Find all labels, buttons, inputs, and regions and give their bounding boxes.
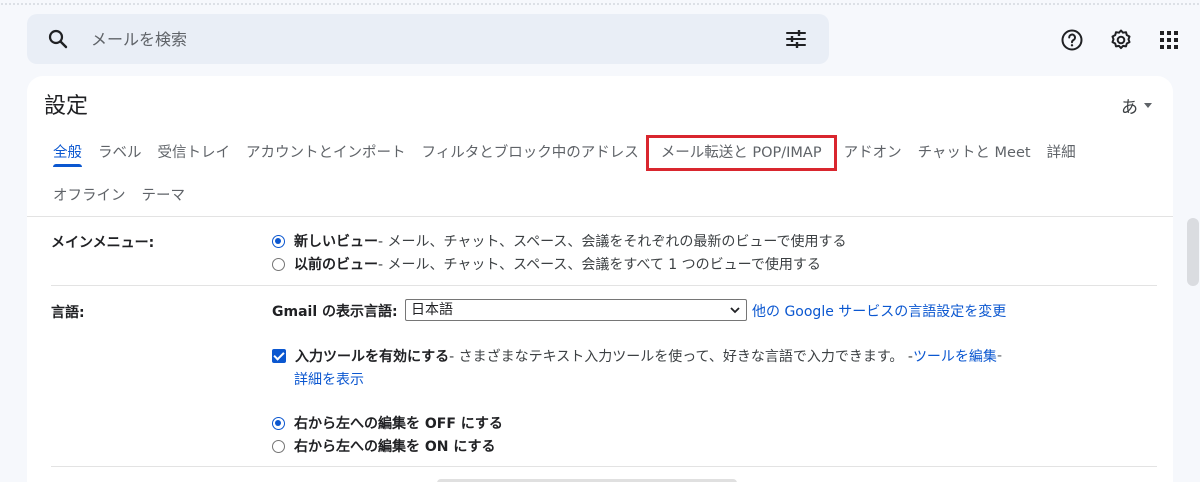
tab-themes[interactable]: テーマ (134, 181, 194, 211)
page-title: 設定 (44, 94, 89, 119)
search-input[interactable] (91, 24, 771, 54)
input-tools-row: 入力ツールを有効にする - さまざまなテキスト入力ツールを使って、好きな言語で入… (272, 346, 1002, 366)
input-tools-checkbox[interactable] (272, 349, 286, 363)
dash-separator: - (996, 348, 1002, 364)
edit-tools-link[interactable]: ツールを編集 (913, 346, 997, 366)
show-details-row: 詳細を表示 (294, 369, 364, 389)
input-tools-title: 入力ツールを有効にする (295, 349, 450, 365)
search-icon[interactable] (46, 27, 70, 51)
rtl-on-option[interactable]: 右から左への編集を ON にする (272, 436, 496, 456)
option-new-desc: - メール、チャット、スペース、会議をそれぞれの最新のビューで使用する (378, 234, 847, 250)
input-tools-desc: - さまざまなテキスト入力ツールを使って、好きな言語で入力できます。 - (449, 349, 913, 365)
rtl-off-option[interactable]: 右から左への編集を OFF にする (272, 413, 503, 433)
top-dotted-border (0, 3, 1200, 5)
main-menu-option-new[interactable]: 新しいビュー - メール、チャット、スペース、会議をそれぞれの最新のビューで使用… (272, 231, 847, 251)
language-select[interactable]: 日本語 (405, 299, 747, 321)
tab-general[interactable]: 全般 (45, 138, 90, 168)
gear-icon[interactable] (1109, 28, 1133, 52)
tab-labels[interactable]: ラベル (90, 138, 150, 168)
radio-rtl-on[interactable] (272, 439, 285, 453)
show-details-link[interactable]: 詳細を表示 (294, 369, 364, 389)
settings-tabs-row-2: オフライン テーマ (45, 181, 193, 211)
chevron-down-icon (730, 307, 740, 314)
option-new-title: 新しいビュー (294, 234, 378, 250)
row-divider (51, 466, 1157, 467)
tab-addons[interactable]: アドオン (836, 138, 910, 168)
option-old-desc: - メール、チャット、スペース、会議をすべて 1 つのビューで使用する (378, 257, 821, 273)
option-old-title: 以前のビュー (294, 257, 378, 273)
rtl-on-label: 右から左への編集を ON にする (294, 439, 496, 455)
main-menu-option-old[interactable]: 以前のビュー - メール、チャット、スペース、会議をすべて 1 つのビューで使用… (272, 254, 821, 274)
input-tools-toggle[interactable]: あ (1121, 93, 1152, 118)
display-language-row: Gmail の表示言語: (272, 301, 398, 321)
tab-offline[interactable]: オフライン (45, 181, 134, 211)
main-menu-label: メインメニュー: (51, 235, 155, 251)
tab-forwarding-pop-imap[interactable]: メール転送と POP/IMAP (645, 135, 837, 171)
tab-inbox[interactable]: 受信トレイ (150, 138, 239, 168)
tabs-divider (27, 216, 1173, 217)
search-bar[interactable] (27, 14, 829, 64)
google-language-link-row: 他の Google サービスの言語設定を変更 (752, 301, 1006, 321)
google-services-language-link[interactable]: 他の Google サービスの言語設定を変更 (752, 301, 1006, 321)
tab-advanced[interactable]: 詳細 (1039, 138, 1084, 168)
scrollbar-thumb[interactable] (1187, 218, 1199, 286)
tab-filters-blocked[interactable]: フィルタとブロック中のアドレス (414, 138, 647, 168)
radio-new-view[interactable] (272, 234, 285, 248)
apps-grid-icon[interactable] (1157, 28, 1181, 52)
display-language-label: Gmail の表示言語: (272, 304, 398, 320)
language-label: 言語: (51, 305, 85, 321)
chevron-down-icon (1144, 103, 1152, 108)
radio-rtl-off[interactable] (272, 416, 285, 430)
language-select-value: 日本語 (411, 302, 453, 318)
help-icon[interactable] (1060, 28, 1084, 52)
input-tools-label: あ (1121, 98, 1138, 118)
radio-old-view[interactable] (272, 257, 285, 271)
settings-panel: 設定 あ 全般 ラベル 受信トレイ アカウントとインポート フィルタとブロック中… (27, 76, 1199, 482)
row-divider (51, 285, 1157, 286)
tab-chat-meet[interactable]: チャットと Meet (910, 138, 1039, 168)
tab-accounts-import[interactable]: アカウントとインポート (238, 138, 414, 168)
rtl-off-label: 右から左への編集を OFF にする (294, 416, 503, 432)
settings-tabs-row-1: 全般 ラベル 受信トレイ アカウントとインポート フィルタとブロック中のアドレス… (45, 135, 1084, 171)
tune-icon[interactable] (784, 27, 808, 51)
